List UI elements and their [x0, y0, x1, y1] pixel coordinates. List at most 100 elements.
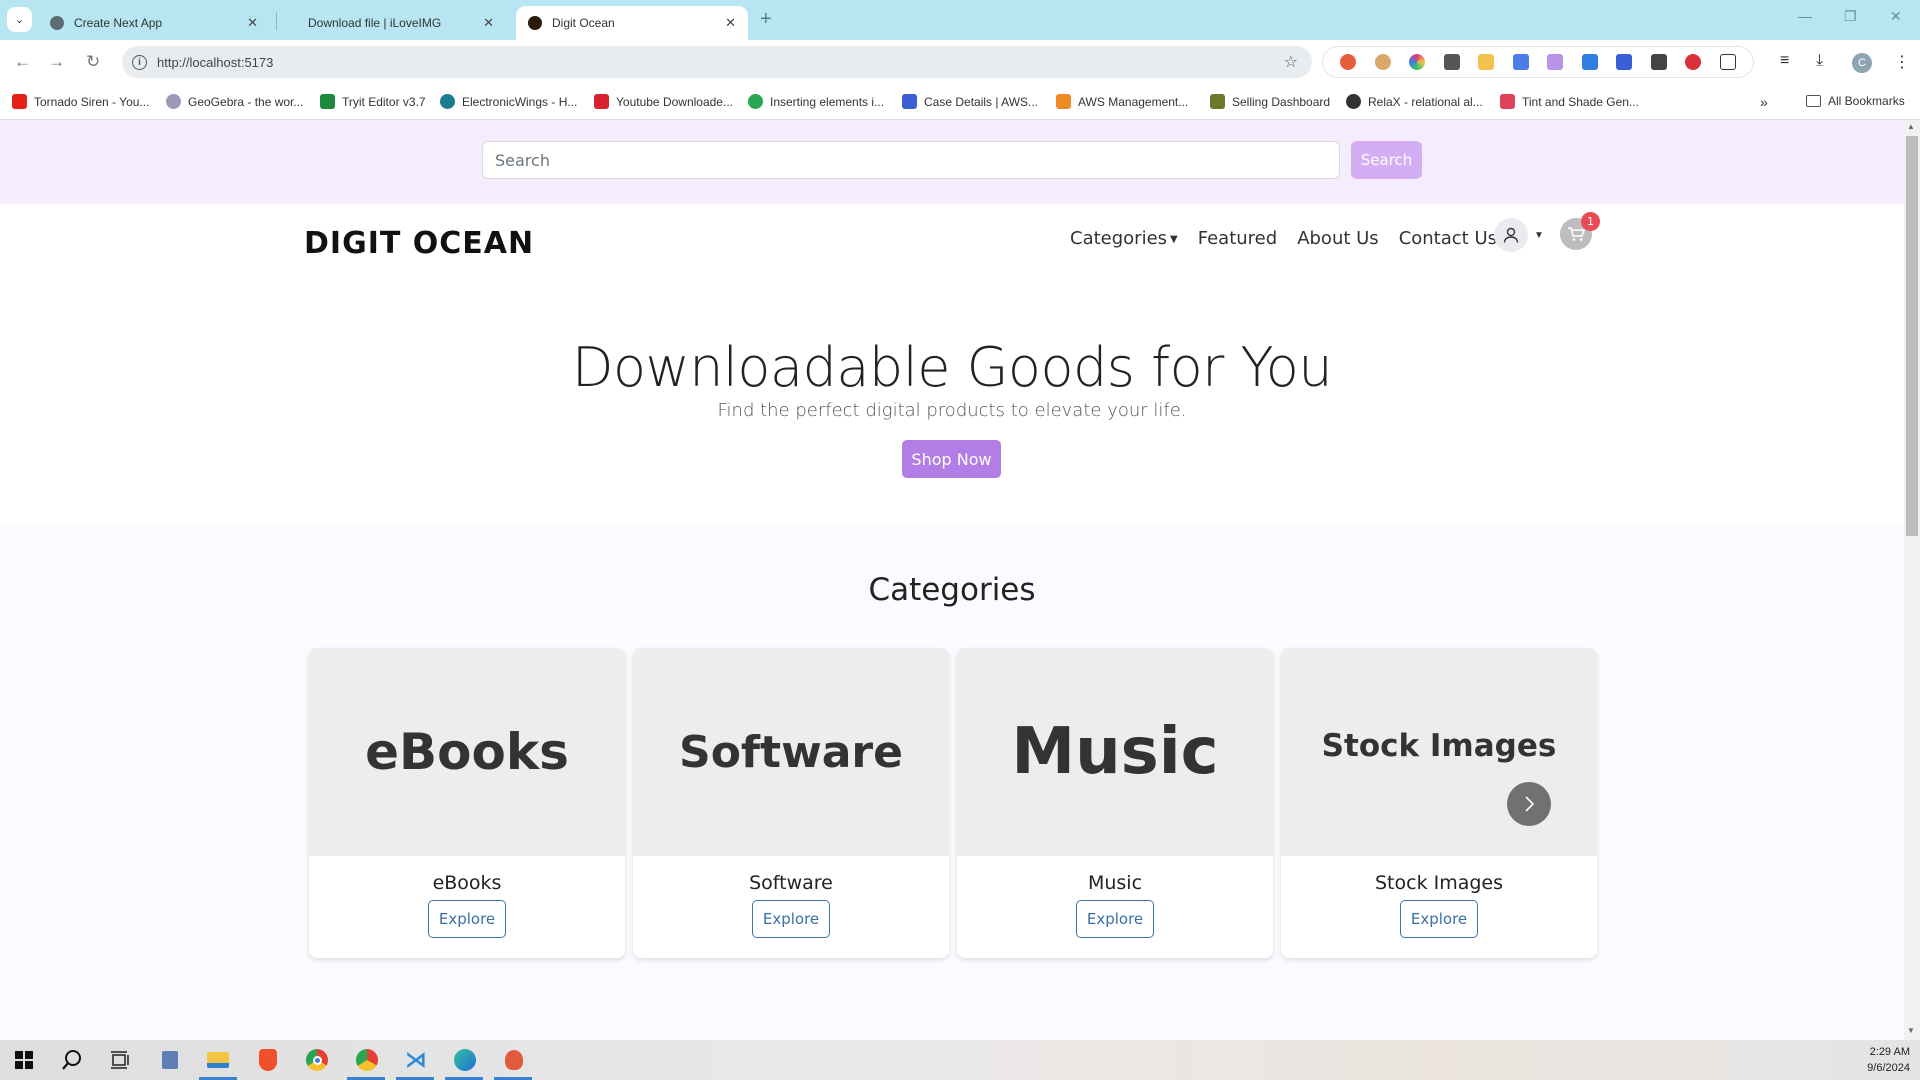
bookmark-item[interactable]: Tint and Shade Gen... — [1500, 94, 1639, 109]
chrome-icon[interactable] — [305, 1048, 329, 1072]
caret-down-icon: ▼ — [1170, 233, 1178, 245]
tab-digit-ocean[interactable]: Digit Ocean ✕ — [516, 6, 748, 40]
restore-icon[interactable]: ❐ — [1844, 8, 1857, 25]
youtube-icon — [12, 94, 27, 109]
url-bar[interactable]: i http://localhost:5173 ☆ — [122, 46, 1312, 78]
new-tab-button[interactable]: + — [760, 8, 772, 31]
windows-start-icon[interactable] — [12, 1048, 36, 1072]
tab-search-button[interactable]: ⌄ — [7, 7, 32, 32]
explore-button[interactable]: Explore — [1400, 900, 1478, 938]
tint-shade-icon — [1500, 94, 1515, 109]
site-info-icon[interactable]: i — [132, 54, 147, 70]
category-name: Stock Images — [1374, 872, 1504, 894]
media-control-icon[interactable]: ≡ — [1780, 52, 1789, 70]
menu-kebab-icon[interactable]: ⋮ — [1894, 52, 1910, 72]
bookmark-item[interactable]: Case Details | AWS... — [902, 94, 1038, 109]
caret-down-icon: ▼ — [1534, 229, 1544, 241]
category-name: Music — [1087, 872, 1143, 894]
bookmark-item[interactable]: Selling Dashboard — [1210, 94, 1330, 109]
w3schools-icon — [320, 94, 335, 109]
edge-icon[interactable] — [453, 1048, 477, 1072]
extension-icon[interactable] — [1547, 54, 1564, 70]
chevron-down-icon: ⌄ — [14, 14, 25, 26]
chrome-profile-icon[interactable] — [355, 1048, 379, 1072]
page-scrollbar[interactable]: ▲ ▼ — [1904, 120, 1920, 1040]
bookmark-label: Youtube Downloade... — [616, 94, 733, 109]
bookmark-item[interactable]: Tornado Siren - You... — [12, 94, 149, 109]
file-explorer-icon[interactable] — [206, 1048, 230, 1072]
vscode-icon[interactable]: ⋊ — [404, 1047, 428, 1072]
explore-button[interactable]: Explore — [1076, 900, 1154, 938]
color-wheel-icon[interactable] — [1409, 54, 1426, 70]
snipping-tool-icon[interactable] — [502, 1048, 526, 1072]
category-image: Music — [957, 648, 1273, 856]
download-extension-icon[interactable] — [1581, 54, 1598, 70]
geogebra-icon — [166, 94, 181, 109]
explore-button[interactable]: Explore — [752, 900, 830, 938]
profile-avatar[interactable]: C — [1852, 53, 1872, 73]
bookmark-item[interactable]: Youtube Downloade... — [594, 94, 733, 109]
explore-button[interactable]: Explore — [428, 900, 506, 938]
nav-contact-us[interactable]: Contact Us — [1399, 228, 1497, 249]
bookmark-item[interactable]: ElectronicWings - H... — [440, 94, 577, 109]
user-menu-dropdown[interactable]: ▼ — [1494, 218, 1544, 252]
nav-featured[interactable]: Featured — [1198, 228, 1277, 249]
category-image: Stock Images — [1281, 648, 1597, 856]
all-bookmarks-button[interactable]: All Bookmarks — [1806, 94, 1905, 108]
bookmark-item[interactable]: AWS Management... — [1056, 94, 1188, 109]
bookmark-item[interactable]: RelaX - relational al... — [1346, 94, 1483, 109]
tab-close-icon[interactable]: ✕ — [247, 15, 258, 31]
shop-now-button[interactable]: Shop Now — [902, 440, 1001, 478]
bookmark-item[interactable]: GeoGebra - the wor... — [166, 94, 303, 109]
categories-carousel: eBooks eBooks Explore Software Software … — [309, 648, 1597, 958]
electronicwings-icon — [440, 94, 455, 109]
search-icon[interactable] — [60, 1048, 84, 1072]
download-icon[interactable]: ⤓ — [1816, 52, 1823, 70]
task-view-icon[interactable] — [108, 1048, 132, 1072]
bookmark-star-icon[interactable]: ☆ — [1284, 52, 1298, 72]
bookmark-item[interactable]: Inserting elements i... — [748, 94, 884, 109]
nav-about-us[interactable]: About Us — [1297, 228, 1379, 249]
bookmarks-bar: Tornado Siren - You... GeoGebra - the wo… — [0, 86, 1920, 120]
brave-icon[interactable] — [256, 1048, 280, 1072]
nav-categories-dropdown[interactable]: Categories ▼ — [1070, 228, 1178, 249]
tab-create-next-app[interactable]: Create Next App ✕ — [38, 6, 270, 40]
tab-close-icon[interactable]: ✕ — [725, 15, 736, 31]
bookmarks-overflow-button[interactable]: » — [1760, 94, 1768, 110]
scrollbar-thumb[interactable] — [1906, 136, 1918, 536]
user-icon — [1494, 218, 1528, 252]
clock-time: 2:29 AM — [1869, 1046, 1910, 1058]
scroll-up-icon[interactable]: ▲ — [1907, 122, 1915, 131]
brand-logo[interactable]: DIGIT OCEAN — [304, 226, 534, 261]
bookmark-label: Tint and Shade Gen... — [1522, 94, 1639, 109]
category-image: Software — [633, 648, 949, 856]
nav-links: Categories ▼ Featured About Us Contact Us — [1070, 228, 1497, 249]
adblock-icon[interactable] — [1685, 54, 1702, 70]
back-button[interactable]: ← — [14, 52, 31, 72]
scroll-down-icon[interactable]: ▼ — [1907, 1026, 1915, 1035]
close-window-icon[interactable]: ✕ — [1890, 8, 1902, 25]
bookmark-item[interactable]: Tryit Editor v3.7 — [320, 94, 426, 109]
bookmark-label: Tornado Siren - You... — [34, 94, 150, 109]
reload-button[interactable]: ↻ — [86, 52, 100, 72]
forward-button[interactable]: → — [48, 52, 65, 72]
carousel-next-button[interactable] — [1507, 782, 1551, 826]
translate-icon[interactable] — [1512, 54, 1529, 70]
search-input[interactable] — [482, 141, 1340, 179]
search-button[interactable]: Search — [1351, 141, 1422, 179]
puzzle-icon[interactable] — [1719, 54, 1736, 70]
extension-icon[interactable] — [1478, 54, 1495, 70]
category-name: Software — [749, 872, 833, 894]
aws-icon — [1056, 94, 1071, 109]
extension-icon[interactable] — [1374, 54, 1391, 70]
sitemap-icon[interactable] — [1616, 54, 1633, 70]
url-text[interactable]: http://localhost:5173 — [157, 55, 273, 70]
system-clock[interactable]: 2:29 AM 9/6/2024 — [1867, 1044, 1910, 1076]
extension-icon[interactable] — [1340, 54, 1357, 70]
tab-close-icon[interactable]: ✕ — [483, 15, 494, 31]
extension-icon[interactable] — [1650, 54, 1667, 70]
minimize-icon[interactable]: — — [1798, 8, 1812, 24]
notepad-icon[interactable] — [158, 1048, 182, 1072]
tab-download-file-ilovimg[interactable]: Download file | iLoveIMG ✕ — [296, 6, 506, 40]
extension-icon[interactable] — [1443, 54, 1460, 70]
